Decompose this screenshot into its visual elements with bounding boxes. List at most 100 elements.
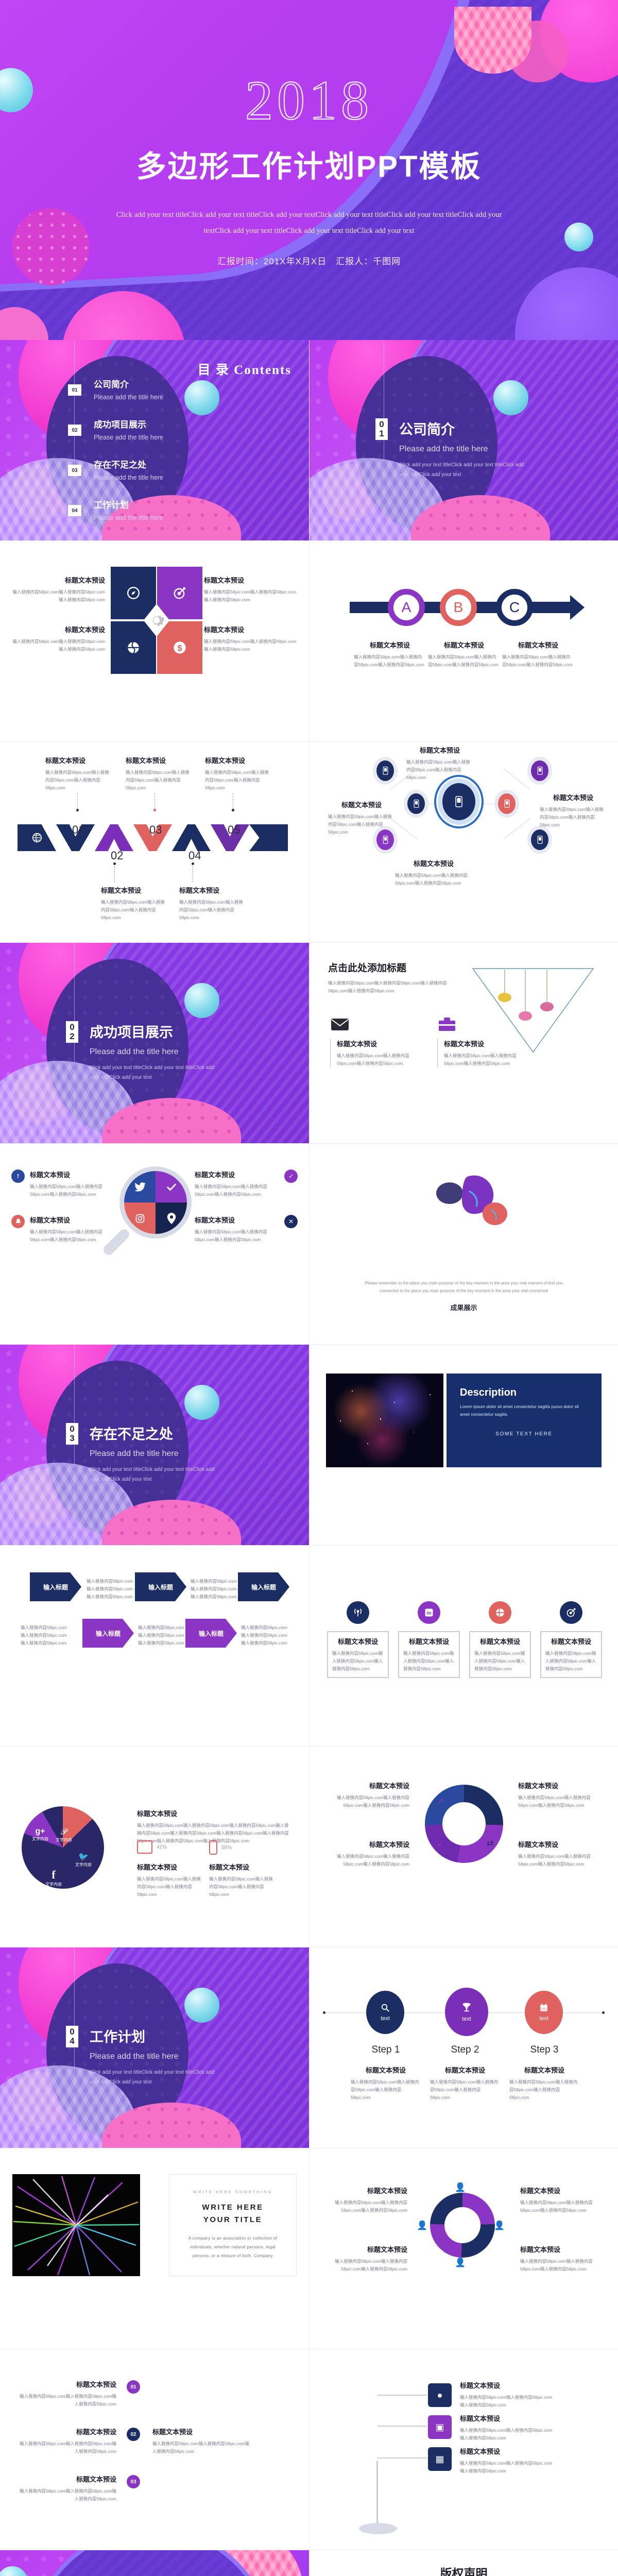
section-number: 03 (66, 1423, 78, 1445)
trophy-icon (462, 2003, 471, 2012)
banner-4[interactable]: 输入标题 (82, 1619, 134, 1648)
globe-icon (128, 641, 139, 654)
slide-tree-tiles: ● ▣ ▦ 标题文本预设 输入替换内容58pic.com输入替换内容58pic.c… (309, 2349, 618, 2550)
abc-ring-c[interactable]: C (496, 589, 533, 626)
donut-text-br: 标题文本预设 输入替换内容58pic.com输入替换内容58pic.com输入替换… (518, 1841, 591, 1867)
toc-item[interactable]: 02 成功项目展示 Please add the title here (68, 417, 238, 441)
chevron-number-05: 05 (228, 823, 241, 836)
abc-ring-a[interactable]: A (388, 589, 425, 626)
chev-text-5: 标题文本预设 输入替换内容58pic.com输入替换内容58pic.com输入替换… (205, 757, 269, 790)
cover-year: 2018 (245, 70, 373, 132)
tile-3[interactable]: ▦ (428, 2447, 452, 2471)
chev-text-4: 标题文本预设 输入替换内容58pic.com输入替换内容58pic.com输入替换… (179, 887, 243, 920)
check-icon: ✓ (284, 1170, 298, 1183)
badge-02[interactable]: 02 (127, 2428, 140, 2441)
description-body: Lorem ipsum dolor sit amet consectetur s… (460, 1404, 579, 1417)
toc-item[interactable]: 01 公司简介 Please add the title here (68, 377, 238, 401)
chevron-start[interactable] (18, 824, 56, 851)
slide-section-04: 04 工作计划 Please add the title here Click … (0, 1947, 309, 2148)
instagram-icon (124, 1202, 156, 1234)
section-title: 工作计划 (90, 2029, 145, 2045)
slide-cover: 2018 多边形工作计划PPT模板 Click add your text ti… (0, 0, 618, 340)
tile-1[interactable]: ● (428, 2383, 452, 2407)
banner-3[interactable]: 输入标题 (238, 1572, 289, 1601)
section-subtitle: Please add the title here (399, 445, 488, 453)
target-icon[interactable] (560, 1601, 582, 1624)
slide-copyright: 版权声明 感谢您支持原创设计事业，支持设计版权产品！ ·感谢您下载千图网原创PP… (309, 2550, 618, 2576)
tree-text-3: 标题文本预设 输入替换内容58pic.com输入替换内容58pic.com输入替换… (460, 2448, 553, 2473)
slide-magnifier: f 标题文本预设 输入替换内容58pic.com输入替换内容58pic.com输入… (0, 1144, 309, 1345)
slide-banners: 输入标题 输入标题 输入标题 输入标题 输入标题 输入替换内容58pic.com… (0, 1546, 309, 1747)
tile-2[interactable]: ▣ (428, 2415, 452, 2439)
toc-item[interactable]: 03 存在不足之处 Please add the title here (68, 457, 238, 481)
chevron-number-04: 04 (188, 849, 201, 862)
slide-deck: 2018 多边形工作计划PPT模板 Click add your text ti… (0, 0, 618, 2576)
chevron-5[interactable] (172, 824, 211, 851)
pin-icon (156, 1202, 187, 1234)
person-icon: 👤 (455, 2182, 466, 2192)
pie-side-text: 标题文本预设 输入替换内容58pic.com输入替换内容58pic.com输入替换… (137, 1810, 289, 1843)
hub-node[interactable] (407, 793, 425, 814)
results-body: Please remember to the place you main pu… (365, 1280, 563, 1293)
space-image (326, 1374, 443, 1467)
step-circle-3[interactable]: text (525, 1991, 563, 2034)
person-icon: 👤 (455, 2258, 466, 2267)
section-body: Click add your text titleClick add your … (90, 1467, 215, 1482)
donut-text-tr: 标题文本预设 输入替换内容58pic.com输入替换内容58pic.com输入替换… (518, 1782, 591, 1808)
chev-text-1: 标题文本预设 输入替换内容58pic.com输入替换内容58pic.com输入替换… (45, 757, 109, 790)
section-subtitle: Please add the title here (90, 1449, 179, 1458)
globe-icon[interactable] (489, 1601, 511, 1624)
hub-center-node[interactable] (442, 783, 475, 820)
twitter-icon (124, 1171, 156, 1202)
badge-01[interactable]: 01 (127, 2380, 140, 2394)
step-circle-1[interactable]: text (366, 1991, 404, 2034)
toc-item-title: 工作计划 (94, 500, 129, 510)
slide-toc: 目 录 Contents 01 公司简介 Please add the titl… (0, 340, 309, 541)
hub-node[interactable] (531, 760, 548, 781)
section-title: 成功项目展示 (90, 1025, 173, 1040)
broadcast-icon[interactable] (347, 1601, 369, 1624)
banner-body-2: 输入替换内容58pic.com 输入替换内容58pic.com 输入替换内容58pi… (191, 1579, 237, 1599)
connector-dot (76, 809, 79, 811)
hub-node[interactable] (376, 760, 394, 781)
arrow-down-icon: ↙ (437, 1839, 444, 1848)
chevron-end[interactable] (249, 824, 288, 851)
banner-5[interactable]: 输入标题 (185, 1619, 237, 1648)
person-icon: 👤 (494, 2221, 505, 2230)
abc-ring-b[interactable]: B (440, 589, 477, 626)
pd-text-tr: 标题文本预设 输入替换内容58pic.com输入替换内容58pic.com输入替换… (520, 2187, 593, 2213)
svg-text:$: $ (177, 643, 182, 653)
slide-donut: 标题文本预设 输入替换内容58pic.com输入替换内容58pic.com输入替换… (309, 1747, 618, 1947)
pie-stat-text-2: 标题文本预设 输入替换内容58pic.com输入替换内容58pic.com输入替换… (209, 1863, 273, 1897)
num-text-2: 标题文本预设 输入替换内容58pic.com输入替换内容58pic.com输入替换… (20, 2428, 116, 2454)
hub-node[interactable] (498, 793, 516, 814)
connector-line (154, 793, 155, 809)
cover-title: 多边形工作计划PPT模板 (136, 150, 482, 184)
triangle-heading-block: 点击此处添加标题 输入替换内容58pic.com输入替换内容58pic.com输… (328, 960, 457, 995)
hub-node[interactable] (531, 829, 548, 850)
mobile-phone-icon (504, 800, 509, 808)
linkedin-icon[interactable]: in (418, 1601, 440, 1624)
toc-item[interactable]: 04 工作计划 Please add the title here (68, 498, 238, 521)
gear-icon (145, 609, 168, 632)
toc-list: 01 公司简介 Please add the title here 02 成功项… (68, 377, 238, 538)
chevron-3[interactable] (95, 824, 133, 851)
dollar-icon: $ (174, 641, 186, 654)
write-card: WRITE HERE SOMETHING WRITE HERE YOUR TITL… (169, 2174, 297, 2276)
banner-2[interactable]: 输入标题 (135, 1572, 186, 1601)
envelope-icon (330, 1016, 350, 1032)
section-title: 存在不足之处 (90, 1427, 173, 1442)
connector-dot (232, 809, 234, 811)
toc-item-title: 成功项目展示 (94, 420, 146, 430)
mobile-phone-icon (414, 800, 419, 808)
hub-text-top: 标题文本预设 输入替换内容58pic.com输入替换内容58pic.com输入替换… (406, 747, 470, 780)
step-circle-2[interactable]: text (445, 1988, 488, 2036)
badge-03[interactable]: 03 (127, 2475, 140, 2488)
slide-abc-arrow: A B C 标题文本预设 输入替换内容58pic.com输入替换内容58pic.c… (309, 541, 618, 742)
toc-item-desc: Please add the title here (94, 394, 163, 401)
hub-text-bottom: 标题文本预设 输入替换内容58pic.com输入替换内容58pic.com输入替换… (395, 860, 468, 886)
tree-branch (377, 2395, 427, 2396)
banner-1[interactable]: 输入标题 (30, 1572, 81, 1601)
connector-line (77, 793, 78, 809)
arrow-left-icon: ⇄ (487, 1839, 494, 1848)
